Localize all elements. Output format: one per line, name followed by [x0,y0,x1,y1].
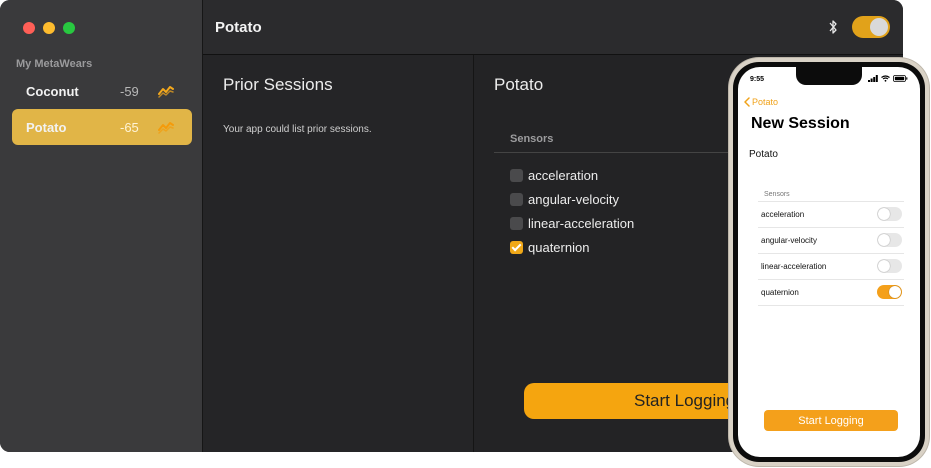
sensor-label: linear-acceleration [528,215,635,231]
checkbox[interactable] [510,216,523,230]
sensor-toggle[interactable] [877,207,902,221]
toggle-knob [878,208,890,220]
sidebar-device-potato[interactable]: Potato -65 [12,109,192,145]
sensor-label: quaternion [761,288,799,297]
sensor-row-angular-velocity: angular-velocity [758,227,904,253]
checkbox[interactable] [510,168,523,182]
sensor-label: acceleration [761,210,805,219]
device-rssi: -65 [120,119,139,135]
status-time: 9:55 [750,76,765,83]
sensor-label: linear-acceleration [761,262,827,271]
toolbar-title: Potato [215,19,262,36]
cellular-signal-icon [868,75,878,82]
device-name: Potato [26,119,67,135]
bluetooth-icon [829,20,837,34]
checkbox[interactable] [510,192,523,206]
back-label: Potato [752,97,779,107]
back-button[interactable]: Potato [744,97,778,107]
toolbar: Potato [203,0,903,55]
page-title: New Session [751,115,850,132]
toggle-knob [878,234,890,246]
sensor-label: angular-velocity [528,191,620,207]
chevron-left-icon [744,97,750,107]
sensor-label: acceleration [528,167,599,183]
zoom-window-button[interactable] [63,22,75,34]
detail-title: Potato [494,75,544,94]
phone-screen: 9:55 Potato New Session Potato Sensors a… [738,67,920,457]
sensor-label: angular-velocity [761,236,818,245]
signal-wave-icon [158,86,174,98]
prior-sessions-description: Your app could list prior sessions. [223,124,372,135]
sensor-row-acceleration: acceleration [758,201,904,227]
device-name: Potato [749,149,778,160]
sensors-header: Sensors [510,133,554,145]
signal-wave-icon [158,122,174,134]
sensors-header: Sensors [764,191,790,198]
sensor-label: quaternion [528,239,590,255]
divider [494,152,734,153]
sidebar-device-coconut[interactable]: Coconut -59 [12,73,192,109]
device-name: Coconut [26,83,79,99]
sensor-checkbox-quaternion[interactable]: quaternion [510,238,589,256]
bluetooth-toggle[interactable] [852,16,890,38]
sensor-toggle[interactable] [877,259,902,273]
start-logging-button[interactable]: Start Logging [524,383,764,419]
wifi-icon [881,75,890,82]
toggle-knob [878,260,890,272]
sensor-row-linear-acceleration: linear-acceleration [758,253,904,279]
sidebar-section-title: My MetaWears [16,58,93,70]
minimize-window-button[interactable] [43,22,55,34]
sensor-row-quaternion: quaternion [758,279,904,306]
sidebar: My MetaWears Coconut -59 Potato -65 [0,0,203,452]
sensor-checkbox-acceleration[interactable]: acceleration [510,166,598,184]
sensor-toggle[interactable] [877,285,902,299]
prior-sessions-panel: Prior Sessions Your app could list prior… [203,55,474,452]
window-controls [23,22,75,34]
prior-sessions-title: Prior Sessions [223,75,333,94]
start-logging-button[interactable]: Start Logging [764,410,898,431]
sensor-checkbox-angular-velocity[interactable]: angular-velocity [510,190,619,208]
toggle-knob [870,18,888,36]
battery-icon [893,75,908,82]
close-window-button[interactable] [23,22,35,34]
sensor-checkbox-linear-acceleration[interactable]: linear-acceleration [510,214,634,232]
checkbox-checked[interactable] [510,240,523,254]
sensor-toggle[interactable] [877,233,902,247]
toggle-knob [889,286,901,298]
phone-notch [796,67,862,85]
iphone-device: 9:55 Potato New Session Potato Sensors a… [729,58,929,466]
status-bar-icons [868,75,908,82]
device-rssi: -59 [120,83,139,99]
